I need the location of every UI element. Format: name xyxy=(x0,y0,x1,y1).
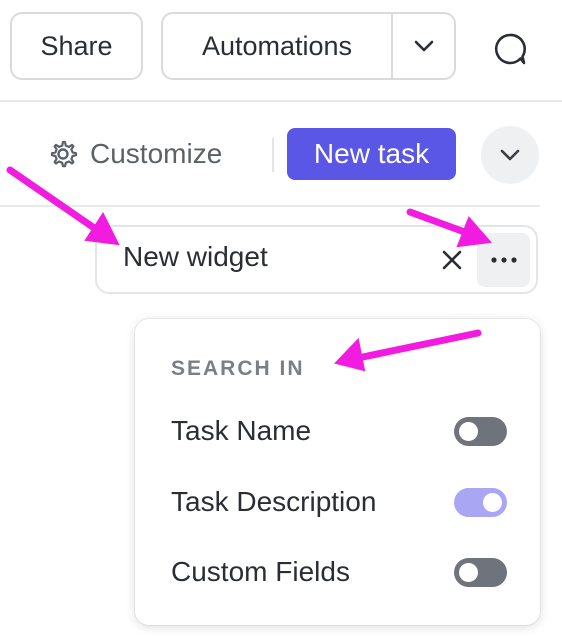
automations-dropdown-button[interactable] xyxy=(391,12,456,80)
collapse-button[interactable] xyxy=(481,126,539,184)
option-row-custom-fields: Custom Fields xyxy=(171,552,507,592)
search-options-dropdown: SEARCH IN Task Name Task Description Cus… xyxy=(135,319,540,625)
toolbar-divider xyxy=(0,100,562,102)
search-input[interactable]: New widget xyxy=(95,225,538,294)
toggle-knob xyxy=(459,562,478,582)
new-task-button[interactable]: New task xyxy=(287,128,456,180)
search-in-heading: SEARCH IN xyxy=(171,357,305,380)
more-horizontal-icon xyxy=(490,257,517,263)
toolbar-separator xyxy=(272,138,274,172)
toggle-knob xyxy=(459,421,478,441)
task-name-toggle[interactable] xyxy=(454,416,507,446)
option-label: Task Description xyxy=(171,486,377,517)
customize-button[interactable]: Customize xyxy=(48,132,222,176)
customize-label: Customize xyxy=(90,138,223,169)
close-icon xyxy=(442,250,462,270)
automations-button[interactable]: Automations xyxy=(161,12,393,80)
chevron-down-icon xyxy=(414,40,433,52)
new-task-label: New task xyxy=(313,138,430,169)
option-label: Custom Fields xyxy=(171,556,350,587)
chevron-down-icon xyxy=(500,149,520,161)
share-button[interactable]: Share xyxy=(10,12,143,80)
clear-search-button[interactable] xyxy=(437,245,467,275)
task-description-toggle[interactable] xyxy=(454,487,507,517)
option-label: Task Name xyxy=(171,415,312,446)
toggle-knob xyxy=(483,492,502,512)
search-input-value: New widget xyxy=(123,241,268,272)
option-row-task-name: Task Name xyxy=(171,411,507,451)
chat-bubble-icon xyxy=(494,33,526,65)
option-row-task-description: Task Description xyxy=(171,482,507,522)
automations-button-label: Automations xyxy=(201,30,353,61)
chat-button[interactable] xyxy=(488,27,532,71)
search-options-button[interactable] xyxy=(477,233,530,287)
custom-fields-toggle[interactable] xyxy=(454,557,507,587)
gear-icon xyxy=(50,140,78,168)
section-divider xyxy=(0,205,540,207)
annotation-arrow xyxy=(6,166,104,236)
share-button-label: Share xyxy=(40,30,113,61)
